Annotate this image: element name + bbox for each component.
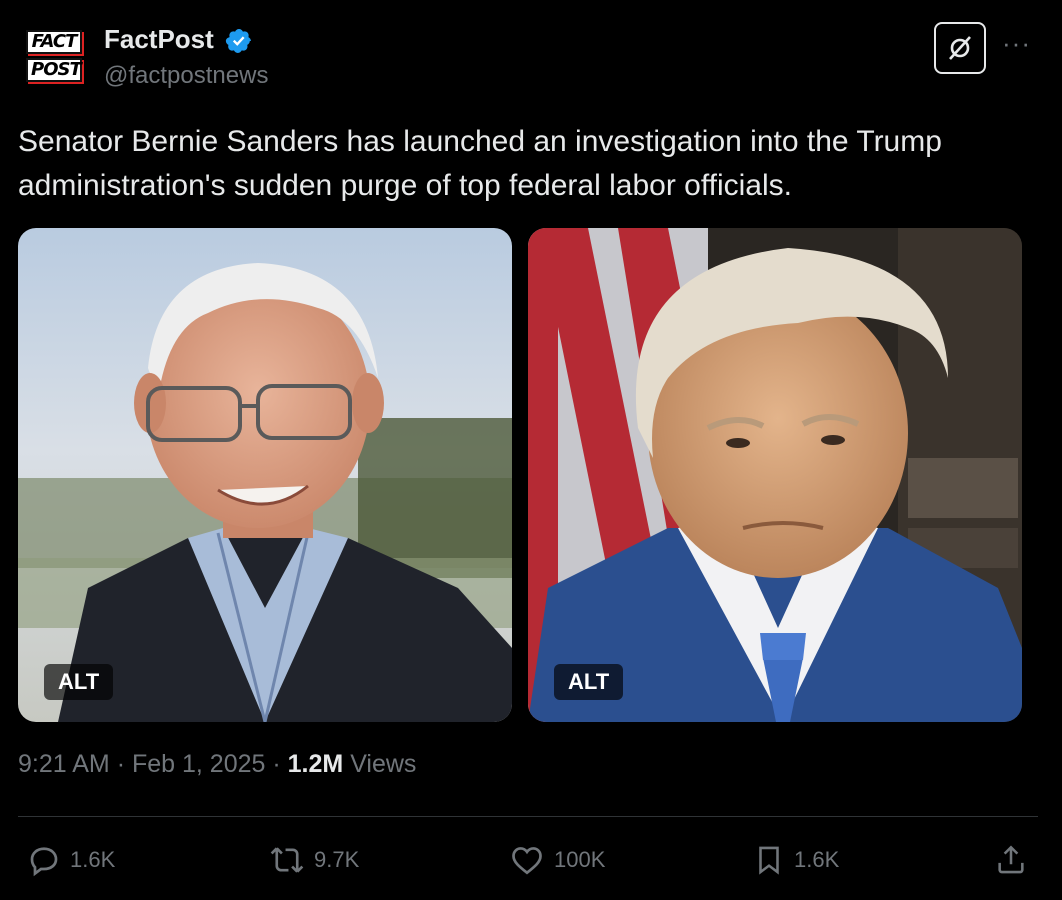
- portrait-photo-2: [528, 228, 1022, 722]
- tweet-date[interactable]: Feb 1, 2025: [132, 750, 265, 778]
- grok-icon: [949, 36, 971, 60]
- alt-badge[interactable]: ALT: [44, 664, 114, 700]
- media-image-2[interactable]: ALT: [528, 228, 1022, 722]
- share-icon: [998, 845, 1024, 874]
- tweet-time[interactable]: 9:21 AM: [18, 750, 110, 778]
- bookmark-button[interactable]: 1.6K: [752, 840, 839, 880]
- meta-separator: ·: [272, 750, 281, 778]
- bookmark-count: 1.6K: [794, 847, 840, 872]
- bookmark-icon: [759, 846, 779, 875]
- reply-count: 1.6K: [70, 847, 116, 872]
- share-button[interactable]: [994, 840, 1036, 880]
- logo-text-fact: FACT: [26, 30, 82, 54]
- author-avatar[interactable]: FACT POST: [26, 30, 82, 86]
- tweet-header: FACT POST FactPost @factpostnews ···: [0, 0, 1062, 110]
- repost-count: 9.7K: [314, 847, 360, 872]
- views-count: 1.2M: [287, 750, 344, 778]
- reply-button[interactable]: 1.6K: [26, 840, 115, 880]
- media-image-1[interactable]: ALT: [18, 228, 512, 722]
- repost-button[interactable]: 9.7K: [268, 840, 359, 880]
- views-label: Views: [350, 750, 417, 778]
- repost-icon: [270, 847, 304, 873]
- like-button[interactable]: 100K: [508, 840, 605, 880]
- meta-separator: ·: [116, 750, 126, 778]
- like-icon: [512, 847, 542, 875]
- grok-button[interactable]: [934, 22, 986, 74]
- verified-badge-icon: [225, 29, 251, 53]
- more-icon[interactable]: ···: [1002, 28, 1031, 59]
- author-name[interactable]: FactPost: [104, 24, 214, 55]
- alt-badge[interactable]: ALT: [554, 664, 624, 700]
- reply-icon: [30, 847, 58, 877]
- divider: [18, 816, 1038, 817]
- like-count: 100K: [554, 847, 606, 872]
- logo-text-post: POST: [26, 58, 82, 82]
- author-handle[interactable]: @factpostnews: [104, 62, 268, 90]
- portrait-photo-1: [18, 228, 512, 722]
- tweet-meta: 9:21 AM · Feb 1, 2025 · 1.2M Views: [18, 750, 416, 779]
- tweet-text: Senator Bernie Sanders has launched an i…: [18, 125, 942, 202]
